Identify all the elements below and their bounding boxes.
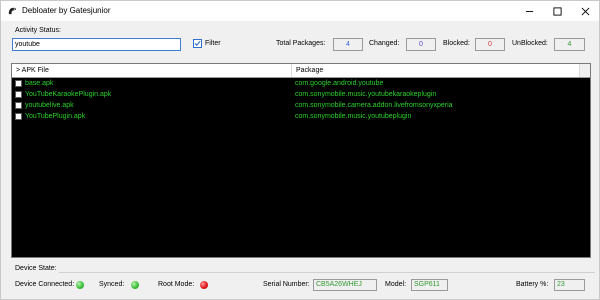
package-name: com.sonymobile.camera.addon.livefromsony…	[295, 102, 453, 109]
row-checkbox[interactable]	[15, 91, 22, 98]
device-connected-label: Device Connected:	[15, 281, 75, 288]
column-header-package[interactable]: Package	[292, 64, 580, 77]
row-checkbox[interactable]	[15, 80, 22, 87]
unblocked-label: UnBlocked:	[512, 40, 548, 47]
close-button[interactable]	[571, 1, 599, 21]
checkmark-icon	[194, 40, 201, 47]
battery-value: 23	[554, 279, 585, 291]
device-state-label: Device State:	[15, 265, 57, 272]
apk-file-name: YouTubeKaraokePlugin.apk	[25, 91, 112, 98]
filter-checkbox[interactable]	[193, 39, 202, 48]
package-name: com.sonymobile.music.youtubekaraokeplugi…	[295, 91, 437, 98]
filter-label[interactable]: Filter	[205, 40, 221, 47]
close-icon	[581, 7, 589, 15]
serial-number-value: CB5A26WHEJ	[313, 279, 377, 291]
minimize-icon	[525, 10, 533, 12]
apk-list[interactable]: > APK File Package base.apk com.google.a…	[11, 63, 591, 258]
root-mode-label: Root Mode:	[158, 281, 195, 288]
synced-indicator	[131, 281, 139, 289]
header-spacer	[580, 64, 590, 77]
apk-file-name: YouTubePlugin.apk	[25, 113, 86, 120]
table-row[interactable]: YouTubePlugin.apk com.sonymobile.music.y…	[12, 112, 590, 123]
changed-value: 0	[406, 38, 436, 51]
list-header: > APK File Package	[12, 64, 590, 78]
apk-file-name: base.apk	[25, 80, 54, 87]
changed-label: Changed:	[369, 40, 400, 47]
apk-file-name: youtubelive.apk	[25, 102, 74, 109]
device-connected-indicator	[76, 281, 84, 289]
package-name: com.sonymobile.music.youtubeplugin	[295, 113, 412, 120]
title-bar: Debloater by Gatesjunior	[1, 1, 599, 21]
row-checkbox[interactable]	[15, 113, 22, 120]
blocked-value: 0	[475, 38, 505, 51]
battery-label: Battery %:	[516, 281, 549, 288]
minimize-button[interactable]	[515, 1, 543, 21]
table-row[interactable]: base.apk com.google.android.youtube	[12, 79, 590, 90]
blocked-label: Blocked:	[443, 40, 470, 47]
table-row[interactable]: YouTubeKaraokePlugin.apk com.sonymobile.…	[12, 90, 590, 101]
unblocked-value: 4	[554, 38, 585, 51]
table-row[interactable]: youtubelive.apk com.sonymobile.camera.ad…	[12, 101, 590, 112]
row-checkbox[interactable]	[15, 102, 22, 109]
root-mode-indicator	[200, 281, 208, 289]
maximize-button[interactable]	[543, 1, 571, 21]
serial-number-label: Serial Number:	[263, 281, 310, 288]
maximize-icon	[552, 6, 562, 16]
app-logo-icon	[8, 7, 17, 15]
synced-label: Synced:	[99, 281, 125, 288]
window-title: Debloater by Gatesjunior	[22, 6, 111, 15]
column-header-apk-file[interactable]: > APK File	[12, 64, 292, 77]
package-name: com.google.android.youtube	[295, 80, 384, 87]
model-label: Model:	[385, 281, 407, 288]
total-packages-value: 4	[333, 38, 363, 51]
total-packages-label: Total Packages:	[276, 40, 326, 47]
model-value: SGP611	[411, 279, 448, 291]
group-divider	[59, 272, 595, 273]
activity-status-label: Activity Status:	[15, 27, 61, 34]
search-input[interactable]	[12, 38, 181, 51]
app-window: Debloater by Gatesjunior Activity Status…	[0, 0, 600, 300]
